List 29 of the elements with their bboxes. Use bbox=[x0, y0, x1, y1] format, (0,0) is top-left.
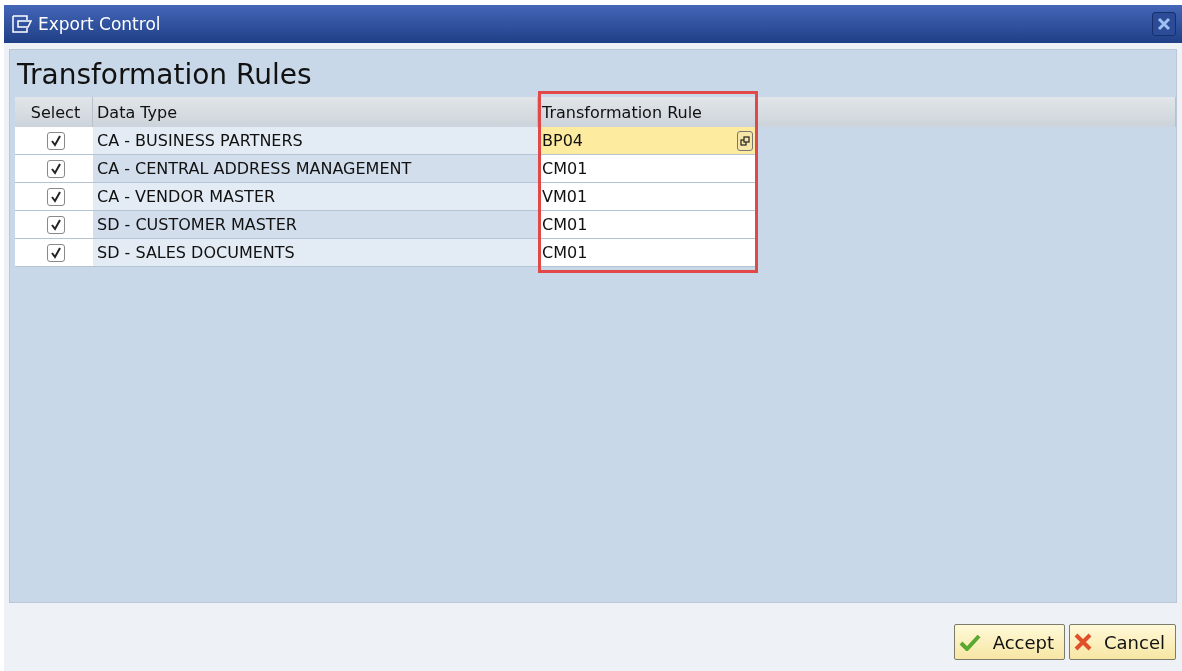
checkbox[interactable] bbox=[47, 131, 65, 150]
table-cell: SD - SALES DOCUMENTS bbox=[93, 239, 538, 267]
rule-input-field[interactable]: VM01 bbox=[538, 183, 756, 211]
table-cell: CA - VENDOR MASTER bbox=[93, 183, 538, 211]
x-icon bbox=[1074, 633, 1092, 651]
rule-input-field[interactable]: CM01 bbox=[538, 155, 756, 183]
windows-icon bbox=[740, 135, 750, 146]
rule-input-field[interactable]: CM01 bbox=[538, 239, 756, 267]
close-icon bbox=[1157, 17, 1171, 31]
accept-button[interactable]: Accept bbox=[953, 624, 1065, 660]
checkmark-icon bbox=[958, 633, 981, 651]
table-cell: CA - CENTRAL ADDRESS MANAGEMENT bbox=[93, 155, 538, 183]
cancel-button[interactable]: Cancel bbox=[1069, 624, 1176, 660]
rule-input-field[interactable]: BP04 bbox=[538, 127, 756, 155]
page-heading: Transformation Rules bbox=[17, 58, 313, 91]
checkbox[interactable] bbox=[47, 187, 65, 206]
window-icon bbox=[12, 15, 32, 33]
table-cell: SD - CUSTOMER MASTER bbox=[93, 211, 538, 239]
checkbox[interactable] bbox=[47, 243, 65, 262]
column-header: Transformation Rule bbox=[538, 97, 756, 127]
column-header: Select bbox=[15, 97, 93, 127]
rule-input-field[interactable]: CM01 bbox=[538, 211, 756, 239]
checkbox[interactable] bbox=[47, 159, 65, 178]
window-title: Export Control bbox=[38, 14, 162, 34]
table-cell: CA - BUSINESS PARTNERS bbox=[93, 127, 538, 155]
close-button[interactable] bbox=[1152, 12, 1176, 36]
value-help-button[interactable] bbox=[737, 130, 753, 151]
checkbox[interactable] bbox=[47, 215, 65, 234]
column-header: Data Type bbox=[93, 97, 538, 127]
